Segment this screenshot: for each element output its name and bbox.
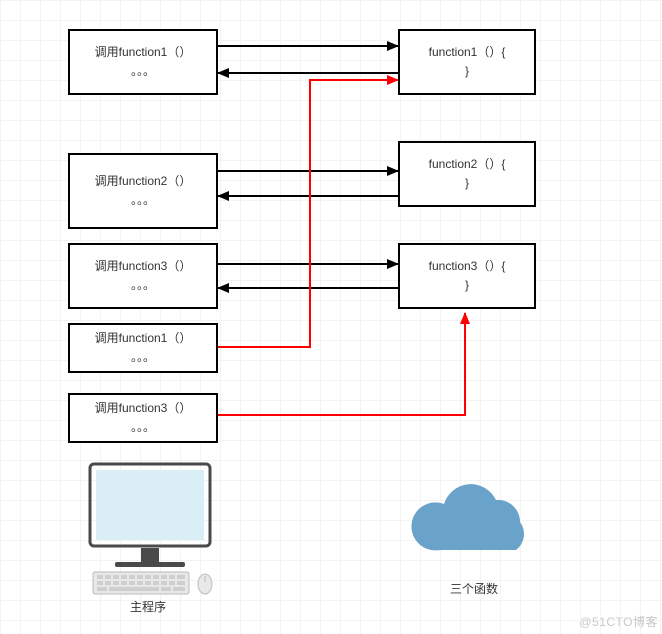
call-func1-box-1: 调用function1（） 。。。 [68, 29, 218, 95]
func3-def-line1: function3（）{ [429, 257, 506, 276]
call-func3-box-1: 调用function3（） 。。。 [68, 243, 218, 309]
func2-def-line2: } [465, 174, 469, 193]
call-func2-box-dots: 。。。 [131, 191, 155, 210]
call-func3-box-1-dots: 。。。 [131, 276, 155, 295]
call-func3-box-2: 调用function3（） 。。。 [68, 393, 218, 443]
call-func3-box-2-dots: 。。。 [131, 418, 155, 437]
three-functions-label: 三个函数 [414, 580, 534, 597]
func3-def-box: function3（）{ } [398, 243, 536, 309]
call-func1-box-2-text: 调用function1（） [95, 329, 192, 348]
call-func1-box-2-dots: 。。。 [131, 348, 155, 367]
cloud-icon [400, 480, 550, 570]
func1-def-line1: function1（）{ [429, 43, 506, 62]
func2-def-line1: function2（）{ [429, 155, 506, 174]
computer-icon [75, 460, 225, 600]
call-func1-box-2: 调用function1（） 。。。 [68, 323, 218, 373]
call-func3-box-2-text: 调用function3（） [95, 399, 192, 418]
call-func2-box-text: 调用function2（） [95, 172, 192, 191]
watermark-text: @51CTO博客 [579, 613, 658, 630]
call-func2-box: 调用function2（） 。。。 [68, 153, 218, 229]
call-func3-box-1-text: 调用function3（） [95, 257, 192, 276]
func3-def-line2: } [465, 276, 469, 295]
func1-def-line2: } [465, 62, 469, 81]
call-func1-box-1-text: 调用function1（） [95, 43, 192, 62]
main-program-label: 主程序 [88, 598, 208, 615]
func2-def-box: function2（）{ } [398, 141, 536, 207]
call-func1-box-1-dots: 。。。 [131, 62, 155, 81]
func1-def-box: function1（）{ } [398, 29, 536, 95]
